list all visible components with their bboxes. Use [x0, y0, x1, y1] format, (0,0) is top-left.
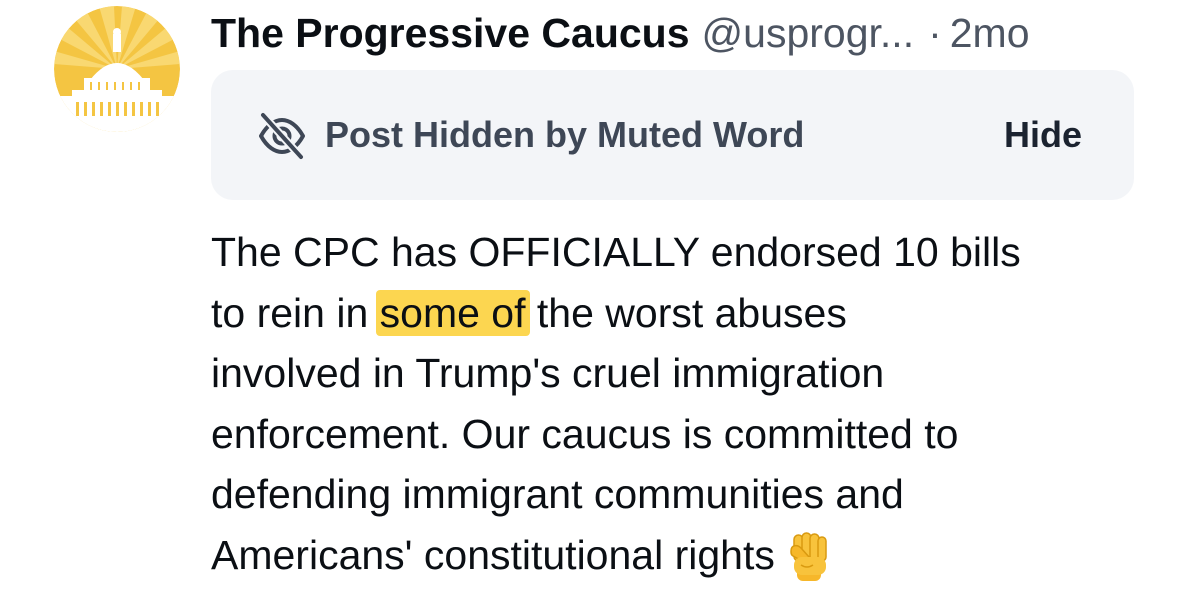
muted-notice-label: Post Hidden by Muted Word — [325, 114, 805, 155]
post-header: The Progressive Caucus @usprogr... · 2mo — [211, 10, 1030, 56]
post-text-segment: The CPC has OFFICIALLY endorsed 10 bills — [211, 229, 1021, 275]
hide-button[interactable]: Hide — [1004, 113, 1082, 157]
raised-fist-emoji-icon — [790, 532, 827, 581]
author-handle[interactable]: @usprogr... — [702, 10, 915, 56]
post-timestamp[interactable]: 2mo — [950, 10, 1030, 56]
muted-word-notice: Post Hidden by Muted Word Hide — [211, 70, 1134, 200]
avatar[interactable] — [54, 6, 180, 132]
highlighted-text: some of — [375, 289, 530, 336]
post-text-line: The CPC has OFFICIALLY endorsed 10 bills — [211, 222, 1141, 283]
post[interactable]: The Progressive Caucus @usprogr... · 2mo Po… — [0, 0, 1179, 598]
post-text-segment: involved in Trump's cruel immigration — [211, 350, 885, 397]
post-text-line: defending immigrant communities and — [211, 464, 1141, 525]
post-body-text: The CPC has OFFICIALLY endorsed 10 bills… — [211, 222, 1141, 586]
eye-slash-icon — [259, 111, 305, 161]
post-text-segment: the worst abuses — [525, 289, 847, 336]
post-text-segment: enforcement. Our caucus is committed to — [211, 410, 959, 457]
post-text-segment: Americans' constitutional rights — [211, 531, 775, 578]
capitol-logo-icon — [54, 6, 180, 132]
post-text-line: to rein in some of the worst abuses — [211, 283, 1141, 344]
post-text-line: enforcement. Our caucus is committed to — [211, 404, 1141, 465]
post-text-line: Americans' constitutional rights — [211, 525, 1141, 586]
post-text-segment: to rein in — [211, 289, 380, 336]
header-separator: · — [928, 10, 942, 56]
post-text-line: involved in Trump's cruel immigration — [211, 343, 1141, 404]
author-display-name[interactable]: The Progressive Caucus — [211, 10, 690, 56]
post-text-segment: defending immigrant communities and — [211, 471, 904, 518]
